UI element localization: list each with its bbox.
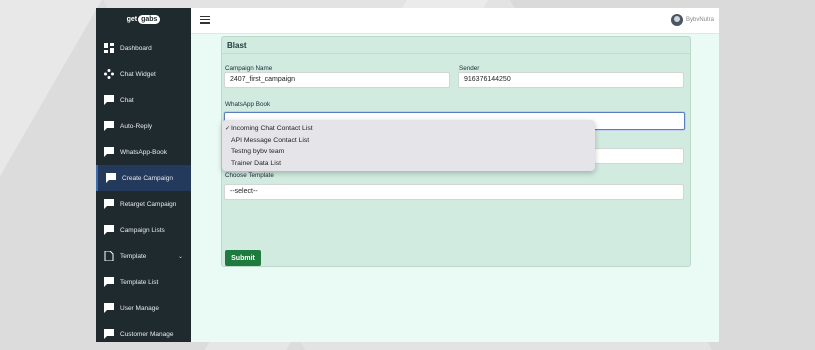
sidebar-item-label: Retarget Campaign: [120, 200, 177, 208]
sidebar-item-customer-manage[interactable]: Customer Manage: [96, 321, 191, 342]
sidebar-item-label: Chat: [120, 96, 134, 104]
file-icon: [104, 251, 114, 261]
sidebar-item-label: Template: [120, 252, 147, 260]
dropdown-option-incoming-chat[interactable]: ✓ Incoming Chat Contact List: [222, 123, 595, 135]
chat-icon: [104, 199, 114, 209]
sidebar-item-label: WhatsApp-Book: [120, 148, 167, 156]
sidebar-item-chat[interactable]: Chat: [96, 87, 191, 113]
sidebar-item-label: Auto-Reply: [120, 122, 153, 130]
chat-icon: [104, 225, 114, 235]
dropdown-option-testng[interactable]: Testng bybv team: [222, 146, 595, 158]
menu-icon[interactable]: [200, 16, 210, 24]
sidebar-item-template[interactable]: Template ⌄: [96, 243, 191, 269]
chat-icon: [104, 95, 114, 105]
sidebar-item-label: Chat Widget: [120, 70, 156, 78]
check-icon: ✓: [225, 126, 231, 133]
sidebar-item-whatsapp-book[interactable]: WhatsApp-Book: [96, 139, 191, 165]
avatar: [670, 14, 683, 26]
brand-logo[interactable]: get gabs: [96, 8, 191, 31]
option-label: Trainer Data List: [231, 159, 281, 167]
brand-prefix: get: [126, 16, 138, 23]
user-menu[interactable]: BybvNutra: [670, 14, 714, 26]
option-label: Incoming Chat Contact List: [231, 125, 313, 133]
card-title: Blast: [222, 37, 690, 54]
dropdown-option-trainer-data[interactable]: Trainer Data List: [222, 158, 595, 170]
sidebar-item-create-campaign[interactable]: Create Campaign: [96, 165, 191, 191]
campaign-name-input[interactable]: 2407_first_campaign: [224, 72, 450, 88]
sidebar-item-label: Create Campaign: [122, 174, 173, 182]
sidebar-item-template-list[interactable]: Template List: [96, 269, 191, 295]
submit-button[interactable]: Submit: [225, 250, 261, 266]
sidebar-item-user-manage[interactable]: User Manage: [96, 295, 191, 321]
sidebar-item-campaign-lists[interactable]: Campaign Lists: [96, 217, 191, 243]
widget-icon: [104, 69, 114, 79]
option-label: Testng bybv team: [231, 148, 285, 156]
whatsapp-book-dropdown: ✓ Incoming Chat Contact List API Message …: [222, 120, 595, 171]
chevron-down-icon[interactable]: ⌄: [178, 253, 183, 260]
sidebar-item-label: User Manage: [120, 304, 160, 312]
sidebar-item-label: Dashboard: [120, 44, 152, 52]
sender-input[interactable]: 916376144250: [458, 72, 684, 88]
chat-icon: [104, 303, 114, 313]
sidebar-item-chat-widget[interactable]: Chat Widget: [96, 61, 191, 87]
sidebar-item-retarget-campaign[interactable]: Retarget Campaign: [96, 191, 191, 217]
sidebar-nav: Dashboard Chat Widget Chat Auto-Reply Wh…: [96, 35, 191, 342]
sidebar-item-label: Campaign Lists: [120, 226, 165, 234]
chat-icon: [106, 173, 116, 183]
template-label: Choose Template: [225, 172, 274, 179]
template-select[interactable]: --select--: [224, 184, 684, 200]
app-window: get gabs Dashboard Chat Widget Chat Auto-…: [96, 8, 719, 342]
option-label: API Message Contact List: [231, 136, 310, 144]
sidebar-item-label: Customer Manage: [120, 330, 174, 338]
sidebar-item-auto-reply[interactable]: Auto-Reply: [96, 113, 191, 139]
chat-icon: [104, 147, 114, 157]
dashboard-icon: [104, 43, 114, 53]
sender-label: Sender: [459, 65, 480, 72]
sidebar-item-label: Template List: [120, 278, 159, 286]
chat-icon: [104, 329, 114, 339]
whatsapp-book-label: WhatsApp Book: [225, 101, 271, 108]
user-name: BybvNutra: [685, 17, 714, 23]
chat-icon: [104, 277, 114, 287]
top-bar: BybvNutra: [191, 8, 719, 34]
chat-icon: [104, 121, 114, 131]
sidebar: get gabs Dashboard Chat Widget Chat Auto-…: [96, 8, 191, 342]
campaign-name-label: Campaign Name: [225, 65, 273, 72]
dropdown-option-api-message[interactable]: API Message Contact List: [222, 135, 595, 147]
sidebar-item-dashboard[interactable]: Dashboard: [96, 35, 191, 61]
brand-name: gabs: [138, 15, 161, 24]
